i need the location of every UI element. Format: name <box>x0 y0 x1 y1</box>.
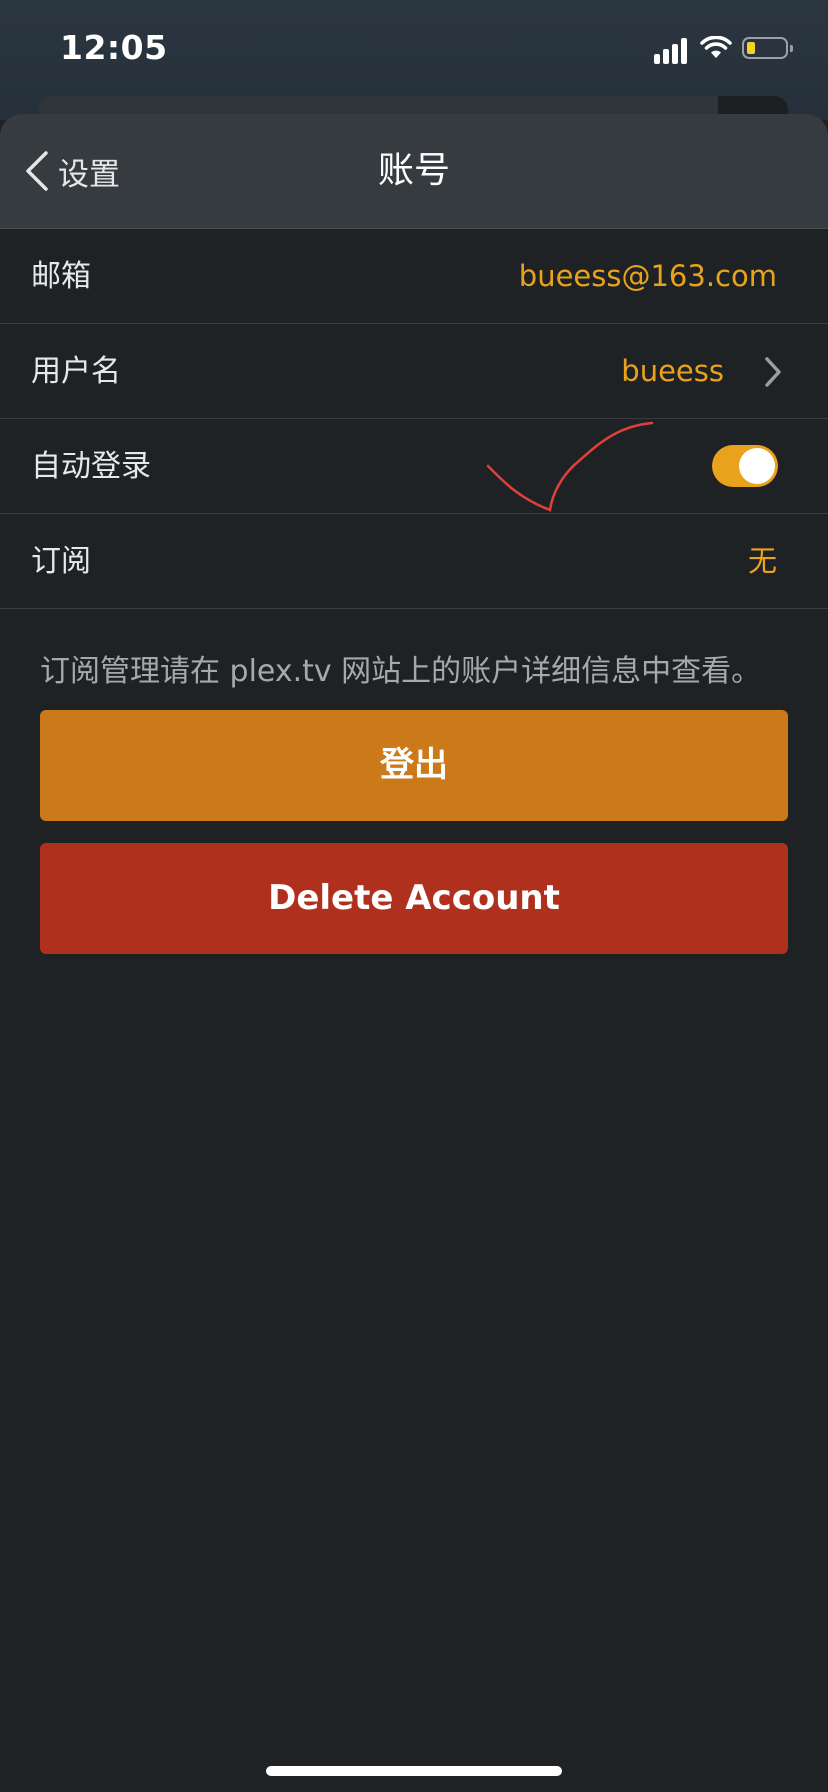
row-username[interactable]: 用户名 bueess <box>0 324 828 419</box>
subscription-value: 无 <box>747 544 777 578</box>
row-email: 邮箱 bueess@163.com <box>0 229 828 324</box>
cellular-signal-icon <box>654 38 688 64</box>
battery-icon <box>742 37 793 59</box>
status-time: 12:05 <box>60 28 168 67</box>
email-value: bueess@163.com <box>518 259 777 293</box>
logout-button[interactable]: 登出 <box>40 710 788 821</box>
username-label: 用户名 <box>31 354 121 389</box>
delete-account-button[interactable]: Delete Account <box>40 843 788 954</box>
checkmark-annotation <box>486 421 654 512</box>
status-bar: 12:05 <box>0 0 828 100</box>
email-label: 邮箱 <box>31 259 91 294</box>
wifi-icon <box>700 36 732 58</box>
toggle-knob <box>739 448 775 484</box>
chevron-right-icon <box>765 357 781 387</box>
home-indicator <box>266 1766 562 1776</box>
row-subscription: 订阅 无 <box>0 514 828 609</box>
auto-login-toggle[interactable] <box>712 445 778 487</box>
navigation-bar: 设置 账号 <box>0 114 828 229</box>
subscription-label: 订阅 <box>31 544 91 579</box>
page-title: 账号 <box>377 150 450 191</box>
auto-login-label: 自动登录 <box>31 449 151 484</box>
account-sheet: 设置 账号 邮箱 bueess@163.com 用户名 bueess 自动登录 … <box>0 114 828 1792</box>
username-value: bueess <box>621 354 724 388</box>
subscription-note: 订阅管理请在 plex.tv 网站上的账户详细信息中查看。 <box>40 654 762 689</box>
row-auto-login: 自动登录 <box>0 419 828 514</box>
